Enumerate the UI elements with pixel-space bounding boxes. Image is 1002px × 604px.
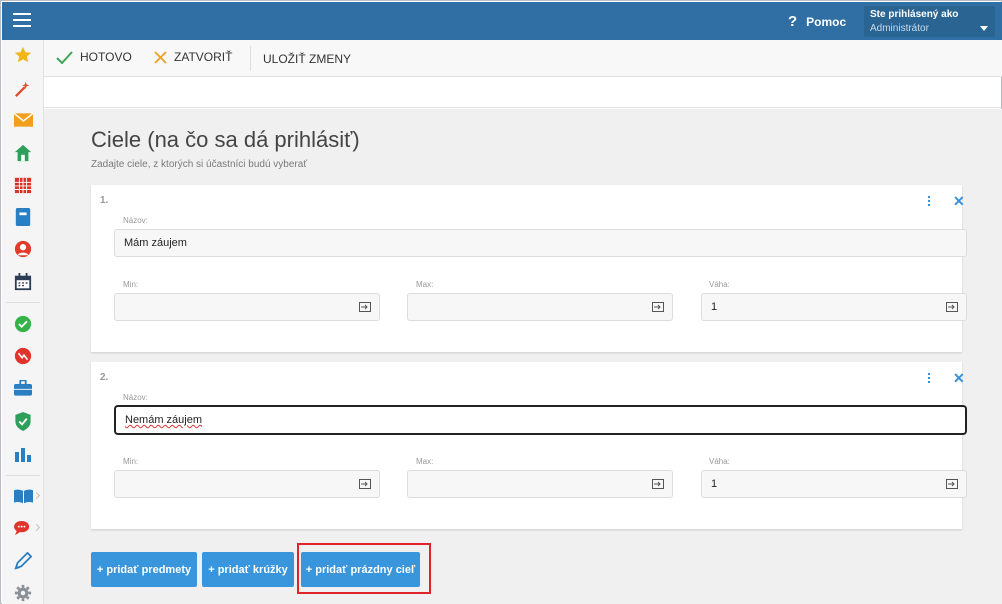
- shield-check-icon[interactable]: [13, 411, 33, 431]
- min-input[interactable]: [114, 293, 380, 321]
- done-button[interactable]: HOTOVO: [56, 50, 132, 64]
- spinner-icon[interactable]: [946, 479, 958, 489]
- weight-value: 1: [711, 478, 718, 490]
- page-subtitle: Zadajte ciele, z ktorých si účastníci bu…: [91, 159, 308, 170]
- hamburger-menu-icon[interactable]: [13, 13, 31, 27]
- top-bar: ? Pomoc Ste prihlásený ako Administrátor: [2, 2, 1002, 40]
- close-icon: [154, 50, 167, 64]
- user-dropdown[interactable]: Ste prihlásený ako Administrátor: [864, 6, 995, 37]
- calendar-grid-icon[interactable]: [13, 175, 33, 195]
- weight-value: 1: [711, 301, 718, 313]
- max-label: Max:: [416, 280, 434, 289]
- highlight-box: [297, 543, 431, 594]
- goal-card: 2. ✕ Názov: Nemám záujem Min: Max: Váha:…: [91, 362, 967, 529]
- spinner-icon[interactable]: [652, 479, 664, 489]
- min-label: Min:: [123, 280, 139, 289]
- weight-input[interactable]: 1: [701, 470, 967, 498]
- help-link[interactable]: ? Pomoc: [788, 13, 846, 30]
- page-title: Ciele (na čo sa dá prihlásiť): [91, 127, 360, 152]
- kebab-menu-icon[interactable]: [923, 371, 935, 385]
- toolbar-divider: [250, 46, 251, 71]
- star-icon[interactable]: [13, 45, 33, 65]
- remove-goal-icon[interactable]: ✕: [953, 370, 965, 387]
- check-icon: [56, 50, 73, 64]
- schedule-icon[interactable]: [13, 272, 33, 292]
- help-label: Pomoc: [806, 15, 847, 29]
- add-subjects-button[interactable]: + pridať predmety: [91, 552, 197, 587]
- chat-icon[interactable]: [13, 518, 33, 538]
- kebab-menu-icon[interactable]: [923, 194, 935, 208]
- question-icon: ?: [788, 13, 798, 30]
- close-label: ZATVORIŤ: [174, 50, 233, 64]
- user-role: Administrátor: [870, 23, 929, 34]
- done-label: HOTOVO: [80, 50, 132, 64]
- name-input[interactable]: Nemám záujem: [114, 405, 967, 435]
- magic-wand-icon[interactable]: [13, 79, 33, 99]
- weight-input[interactable]: 1: [701, 293, 967, 321]
- home-icon[interactable]: [13, 143, 33, 163]
- spinner-icon[interactable]: [946, 302, 958, 312]
- user-icon[interactable]: [13, 239, 33, 259]
- goal-card: 1. ✕ Názov: Mám záujem Min: Max: Váha: 1: [91, 185, 967, 352]
- goal-number: 1.: [100, 195, 109, 206]
- app-frame: ? Pomoc Ste prihlásený ako Administrátor: [0, 0, 1002, 604]
- name-value: Nemám záujem: [125, 414, 203, 426]
- notebook-icon[interactable]: [13, 207, 33, 227]
- remove-goal-icon[interactable]: ✕: [953, 193, 965, 210]
- gear-icon[interactable]: [13, 583, 33, 603]
- weight-label: Váha:: [709, 280, 730, 289]
- spinner-icon[interactable]: [652, 302, 664, 312]
- sidebar-divider: [6, 302, 40, 303]
- spinner-icon[interactable]: [359, 302, 371, 312]
- chevron-right-icon: [32, 491, 41, 500]
- max-input[interactable]: [407, 293, 673, 321]
- main-content: Ciele (na čo sa dá prihlásiť) Zadajte ci…: [44, 109, 1002, 604]
- sidebar-divider: [6, 475, 40, 476]
- name-label: Názov:: [123, 393, 148, 402]
- close-button[interactable]: ZATVORIŤ: [154, 50, 232, 64]
- subheader-strip: [44, 78, 1001, 108]
- name-label: Názov:: [123, 216, 148, 225]
- min-label: Min:: [123, 457, 139, 466]
- chevron-right-icon: [32, 523, 41, 532]
- max-input[interactable]: [407, 470, 673, 498]
- envelope-icon[interactable]: [13, 110, 33, 130]
- add-clubs-button[interactable]: + pridať krúžky: [202, 552, 294, 587]
- toolbar: HOTOVO ZATVORIŤ ULOŽIŤ ZMENY: [44, 40, 1002, 77]
- goal-number: 2.: [100, 372, 109, 383]
- user-caption: Ste prihlásený ako: [870, 9, 959, 20]
- max-label: Max:: [416, 457, 434, 466]
- min-input[interactable]: [114, 470, 380, 498]
- chart-down-icon[interactable]: [13, 346, 33, 366]
- save-changes-button[interactable]: ULOŽIŤ ZMENY: [263, 52, 351, 66]
- spinner-icon[interactable]: [359, 479, 371, 489]
- name-input[interactable]: Mám záujem: [114, 229, 967, 257]
- sidebar: [2, 40, 44, 604]
- caret-down-icon: [980, 26, 988, 31]
- check-circle-icon[interactable]: [13, 314, 33, 334]
- weight-label: Váha:: [709, 457, 730, 466]
- book-icon[interactable]: [13, 486, 33, 506]
- save-label: ULOŽIŤ ZMENY: [263, 52, 352, 66]
- briefcase-icon[interactable]: [13, 378, 33, 398]
- bar-chart-icon[interactable]: [13, 444, 33, 464]
- pen-icon[interactable]: [13, 551, 33, 571]
